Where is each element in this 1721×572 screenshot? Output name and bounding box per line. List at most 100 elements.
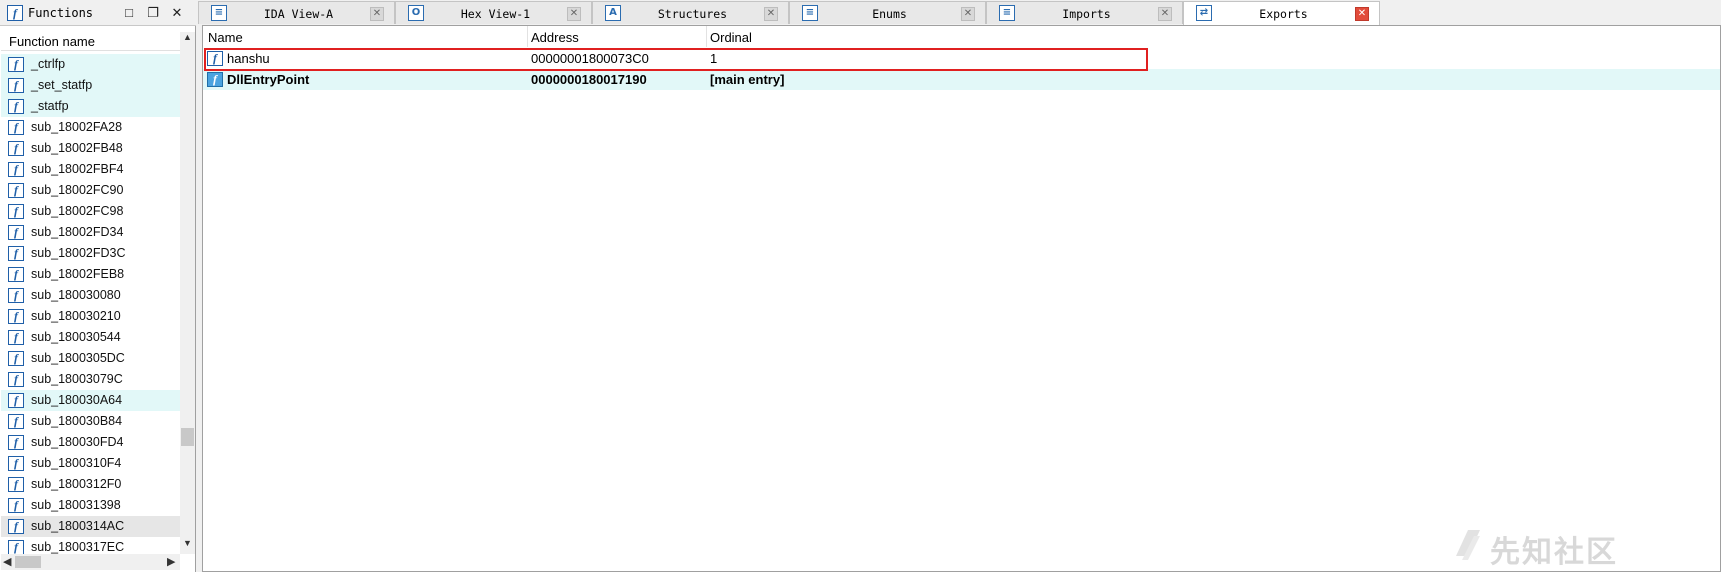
function-list-item[interactable]: f sub_180030210 <box>1 306 180 327</box>
scrollbar-thumb[interactable] <box>181 428 194 446</box>
tab-label: Exports <box>1259 7 1308 21</box>
scroll-left-icon[interactable]: ◀ <box>3 555 11 568</box>
function-icon: f <box>8 393 24 408</box>
exports-table-header: Name Address Ordinal <box>203 26 1720 47</box>
export-row[interactable]: f hanshu 00000001800073C0 1 <box>203 48 1720 69</box>
exports-view: Name Address Ordinal f hanshu 0000000180… <box>202 25 1721 572</box>
close-icon[interactable]: ✕ <box>168 4 186 22</box>
exports-icon: ⇄ <box>1196 5 1212 21</box>
function-name: sub_180030B84 <box>31 414 123 428</box>
function-icon: f <box>8 246 24 261</box>
function-list-item[interactable]: f sub_180030B84 <box>1 411 180 432</box>
export-row[interactable]: f DllEntryPoint 0000000180017190 [main e… <box>203 69 1720 90</box>
functions-title: Functions <box>28 6 94 20</box>
watermark-logo-icon <box>1456 530 1480 560</box>
function-icon: f <box>8 288 24 303</box>
column-divider[interactable] <box>706 26 707 47</box>
function-name: _ctrlfp <box>31 57 66 71</box>
function-list-item[interactable]: f sub_18002FC90 <box>1 180 180 201</box>
function-icon: f <box>8 78 24 93</box>
function-list-item[interactable]: f sub_18002FD3C <box>1 243 180 264</box>
tab-close-icon[interactable]: ✕ <box>567 7 581 21</box>
function-list-item[interactable]: f sub_18002FC98 <box>1 201 180 222</box>
tab-close-icon[interactable]: ✕ <box>961 7 975 21</box>
function-list-item[interactable]: f sub_180030080 <box>1 285 180 306</box>
function-icon: f <box>8 351 24 366</box>
function-name: sub_18002FD34 <box>31 225 124 239</box>
function-icon: f <box>8 435 24 450</box>
function-list-item[interactable]: f sub_180030544 <box>1 327 180 348</box>
maximize-icon[interactable]: □ <box>120 4 138 22</box>
function-name: sub_18002FEB8 <box>31 267 125 281</box>
function-list-item[interactable]: f sub_18002FEB8 <box>1 264 180 285</box>
function-list-item[interactable]: f sub_18002FBF4 <box>1 159 180 180</box>
export-ordinal: 1 <box>710 51 718 66</box>
function-icon: f <box>8 309 24 324</box>
tab-hex-view-1[interactable]: O Hex View-1 ✕ <box>395 1 592 24</box>
function-list-item[interactable]: f _statfp <box>1 96 180 117</box>
function-name: sub_180030080 <box>31 288 121 302</box>
entry-point-icon: f <box>207 72 223 87</box>
column-header-address[interactable]: Address <box>531 30 579 45</box>
function-name-column-label: Function name <box>9 34 95 49</box>
function-name: sub_1800317EC <box>31 540 125 554</box>
horizontal-scrollbar[interactable]: ◀ ▶ <box>1 554 180 570</box>
function-list-item[interactable]: f _ctrlfp <box>1 54 180 75</box>
functions-panel: f Functions □ ❐ ✕ Function name f _ctrlfp… <box>0 0 196 572</box>
function-name: sub_180030210 <box>31 309 121 323</box>
export-address: 0000000180017190 <box>531 72 647 87</box>
function-name: sub_18002FC90 <box>31 183 124 197</box>
function-list-item[interactable]: f sub_18002FA28 <box>1 117 180 138</box>
scroll-down-icon[interactable]: ▼ <box>181 538 194 548</box>
imports-icon: ≡ <box>999 5 1015 21</box>
function-list-item[interactable]: f sub_180030A64 <box>1 390 180 411</box>
scroll-right-icon[interactable]: ▶ <box>167 555 175 568</box>
restore-icon[interactable]: ❐ <box>144 4 162 22</box>
function-icon: f <box>8 456 24 471</box>
function-list-item[interactable]: f sub_1800305DC <box>1 348 180 369</box>
function-icon: f <box>8 498 24 513</box>
function-icon: f <box>207 51 223 66</box>
function-list-item[interactable]: f sub_180031398 <box>1 495 180 516</box>
function-list-item[interactable]: f sub_18002FB48 <box>1 138 180 159</box>
function-list-item[interactable]: f sub_18002FD34 <box>1 222 180 243</box>
function-name: sub_180030FD4 <box>31 435 124 449</box>
column-header-ordinal[interactable]: Ordinal <box>710 30 752 45</box>
function-icon: f <box>8 519 24 534</box>
function-list: f _ctrlfp f _set_statfp f _statfp f sub_18002FA… <box>1 54 180 554</box>
function-list-item[interactable]: f sub_1800312F0 <box>1 474 180 495</box>
tab-imports[interactable]: ≡ Imports ✕ <box>986 1 1183 24</box>
tab-close-icon[interactable]: ✕ <box>1355 7 1369 21</box>
vertical-scrollbar[interactable]: ▲ ▼ <box>180 32 195 554</box>
tab-enums[interactable]: ≡ Enums ✕ <box>789 1 986 24</box>
function-icon: f <box>8 99 24 114</box>
scroll-up-icon[interactable]: ▲ <box>181 32 194 42</box>
function-list-item[interactable]: f _set_statfp <box>1 75 180 96</box>
function-list-item[interactable]: f sub_1800310F4 <box>1 453 180 474</box>
function-list-item[interactable]: f sub_18003079C <box>1 369 180 390</box>
function-list-item[interactable]: f sub_180030FD4 <box>1 432 180 453</box>
tab-exports[interactable]: ⇄ Exports ✕ <box>1183 1 1380 25</box>
column-header-name[interactable]: Name <box>208 30 243 45</box>
function-name-column-header[interactable]: Function name <box>1 31 194 51</box>
function-list-item[interactable]: f sub_1800317EC <box>1 537 180 554</box>
function-name: sub_180030A64 <box>31 393 123 407</box>
function-name: sub_1800310F4 <box>31 456 122 470</box>
function-icon: f <box>8 57 24 72</box>
tab-ida-view-a[interactable]: ≡ IDA View-A ✕ <box>198 1 395 24</box>
column-divider[interactable] <box>527 26 528 47</box>
tab-close-icon[interactable]: ✕ <box>370 7 384 21</box>
function-icon: f <box>8 477 24 492</box>
function-icon: f <box>8 414 24 429</box>
function-name: sub_18002FB48 <box>31 141 123 155</box>
tab-close-icon[interactable]: ✕ <box>1158 7 1172 21</box>
tab-close-icon[interactable]: ✕ <box>764 7 778 21</box>
watermark-text: 先知社区 <box>1490 535 1618 570</box>
function-list-item[interactable]: f sub_1800314AC <box>1 516 180 537</box>
function-name: sub_18002FC98 <box>31 204 124 218</box>
horizontal-scrollbar-thumb[interactable] <box>15 556 41 568</box>
tab-structures[interactable]: A Structures ✕ <box>592 1 789 24</box>
function-name: sub_1800314AC <box>31 519 125 533</box>
function-name: sub_1800305DC <box>31 351 125 365</box>
function-icon: f <box>7 5 23 21</box>
